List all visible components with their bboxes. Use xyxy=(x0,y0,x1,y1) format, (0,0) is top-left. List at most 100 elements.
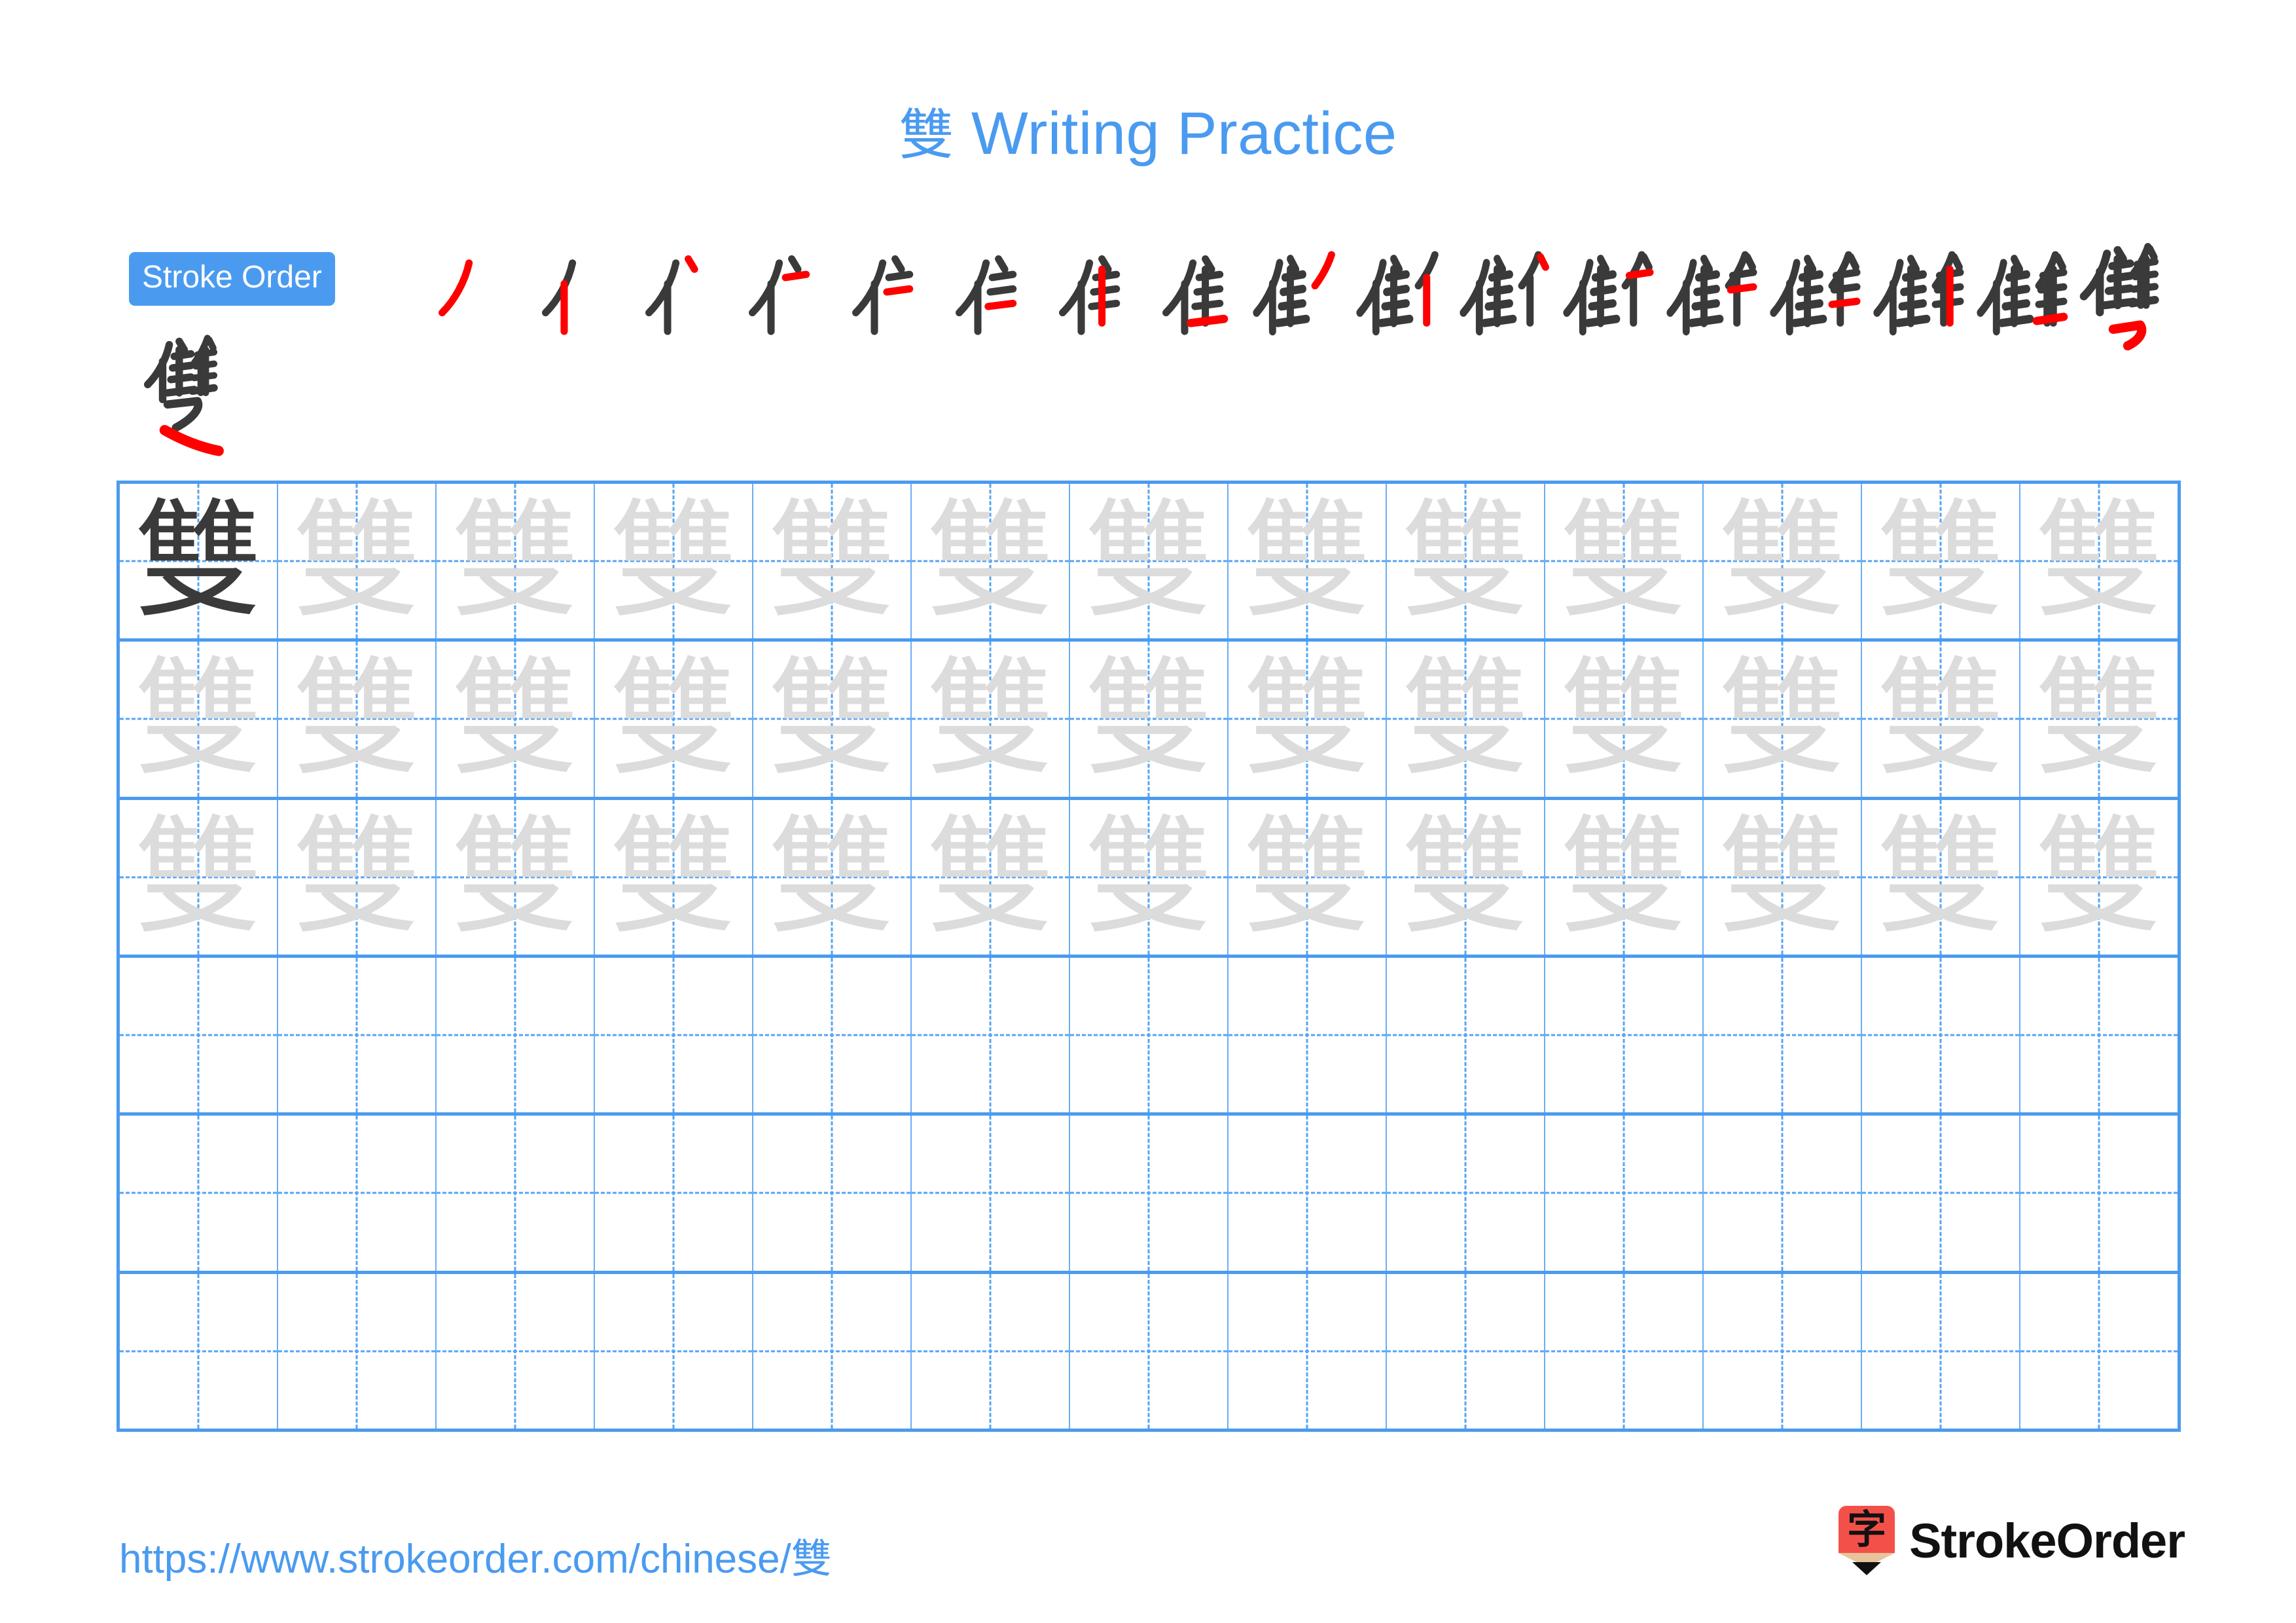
grid-cell[interactable]: 雙 xyxy=(1545,484,1704,639)
grid-cell[interactable]: 雙 xyxy=(1862,799,2020,955)
grid-cell[interactable]: 雙 xyxy=(2020,799,2178,955)
grid-cell[interactable]: 雙 xyxy=(1545,642,1704,797)
grid-cell[interactable]: 雙 xyxy=(1387,642,1545,797)
grid-row-6 xyxy=(120,1273,2178,1429)
guide-horizontal xyxy=(1387,1350,1544,1353)
cell-character: 雙 xyxy=(925,802,1054,952)
grid-cell[interactable] xyxy=(1387,957,1545,1113)
grid-cell[interactable] xyxy=(120,957,278,1113)
grid-cell[interactable] xyxy=(278,957,437,1113)
grid-row-5 xyxy=(120,1116,2178,1274)
grid-cell[interactable] xyxy=(1387,1273,1545,1429)
grid-cell[interactable]: 雙 xyxy=(278,799,437,955)
grid-cell[interactable] xyxy=(595,1116,753,1271)
grid-cell[interactable]: 雙 xyxy=(1387,799,1545,955)
guide-horizontal xyxy=(912,1350,1069,1353)
stroke-step-8 xyxy=(1133,240,1236,344)
grid-cell[interactable]: 雙 xyxy=(120,642,278,797)
grid-cell[interactable] xyxy=(1070,1273,1229,1429)
grid-cell[interactable] xyxy=(278,1116,437,1271)
grid-cell[interactable] xyxy=(2020,1273,2178,1429)
grid-cell[interactable] xyxy=(437,1116,595,1271)
grid-cell[interactable] xyxy=(1704,957,1862,1113)
grid-cell[interactable] xyxy=(1070,1116,1229,1271)
footer-url-link[interactable]: https://www.strokeorder.com/chinese/雙 xyxy=(119,1525,832,1584)
grid-cell[interactable]: 雙 xyxy=(2020,484,2178,639)
grid-cell[interactable]: 雙 xyxy=(912,642,1070,797)
grid-cell[interactable] xyxy=(437,957,595,1113)
stroke-step-7 xyxy=(1030,240,1133,344)
grid-cell[interactable] xyxy=(753,957,912,1113)
grid-cell[interactable] xyxy=(595,957,753,1113)
cell-character: 雙 xyxy=(292,644,421,794)
grid-cell[interactable]: 雙 xyxy=(278,484,437,639)
grid-cell[interactable] xyxy=(2020,1116,2178,1271)
grid-cell[interactable] xyxy=(1387,1116,1545,1271)
grid-cell[interactable]: 雙 xyxy=(753,799,912,955)
grid-cell[interactable] xyxy=(1229,1116,1387,1271)
cell-character: 雙 xyxy=(450,486,579,636)
grid-cell[interactable] xyxy=(2020,957,2178,1113)
grid-cell[interactable]: 雙 xyxy=(1070,799,1229,955)
grid-cell[interactable] xyxy=(1545,1116,1704,1271)
grid-cell[interactable]: 雙 xyxy=(595,799,753,955)
grid-cell[interactable]: 雙 xyxy=(595,484,753,639)
grid-cell[interactable]: 雙 xyxy=(1070,642,1229,797)
grid-cell[interactable] xyxy=(278,1273,437,1429)
grid-cell[interactable] xyxy=(1229,1273,1387,1429)
stroke-step-11 xyxy=(1443,240,1549,344)
stroke-step-18 xyxy=(119,331,243,456)
grid-cell[interactable] xyxy=(1862,1116,2020,1271)
cell-character: 雙 xyxy=(450,802,579,952)
grid-cell[interactable]: 雙 xyxy=(1545,799,1704,955)
grid-cell[interactable]: 雙 xyxy=(1704,484,1862,639)
stroke-order-row-1 xyxy=(409,240,2176,351)
grid-cell[interactable]: 雙 xyxy=(1070,484,1229,639)
grid-cell[interactable] xyxy=(912,1116,1070,1271)
grid-cell[interactable] xyxy=(120,1116,278,1271)
footer-url-text: https://www.strokeorder.com/chinese/ xyxy=(119,1537,791,1582)
grid-cell[interactable] xyxy=(753,1273,912,1429)
grid-cell[interactable]: 雙 xyxy=(437,484,595,639)
grid-cell[interactable] xyxy=(912,957,1070,1113)
grid-cell[interactable]: 雙 xyxy=(912,799,1070,955)
grid-cell[interactable] xyxy=(437,1273,595,1429)
grid-row-3: 雙 雙 雙 雙 雙 雙 雙 雙 雙 雙 雙 雙 雙 xyxy=(120,799,2178,958)
grid-cell[interactable]: 雙 xyxy=(120,484,278,639)
grid-cell[interactable]: 雙 xyxy=(278,642,437,797)
grid-cell[interactable]: 雙 xyxy=(437,642,595,797)
grid-cell[interactable]: 雙 xyxy=(595,642,753,797)
grid-cell[interactable] xyxy=(912,1273,1070,1429)
grid-cell[interactable]: 雙 xyxy=(1229,642,1387,797)
grid-cell[interactable]: 雙 xyxy=(753,642,912,797)
grid-cell[interactable] xyxy=(1545,957,1704,1113)
stroke-step-16 xyxy=(1960,240,2068,344)
grid-cell[interactable]: 雙 xyxy=(1862,484,2020,639)
guide-horizontal xyxy=(2020,1350,2178,1353)
grid-cell[interactable]: 雙 xyxy=(1704,642,1862,797)
grid-cell[interactable]: 雙 xyxy=(2020,642,2178,797)
grid-cell[interactable]: 雙 xyxy=(912,484,1070,639)
grid-row-2: 雙 雙 雙 雙 雙 雙 雙 雙 雙 雙 雙 雙 雙 xyxy=(120,642,2178,800)
grid-cell[interactable]: 雙 xyxy=(1229,799,1387,955)
grid-cell[interactable]: 雙 xyxy=(1862,642,2020,797)
brand-logo[interactable]: 字 StrokeOrder xyxy=(1839,1506,2185,1575)
grid-cell[interactable] xyxy=(1070,957,1229,1113)
grid-cell[interactable] xyxy=(1545,1273,1704,1429)
grid-cell[interactable]: 雙 xyxy=(753,484,912,639)
grid-cell[interactable]: 雙 xyxy=(1229,484,1387,639)
grid-cell[interactable]: 雙 xyxy=(120,799,278,955)
grid-cell[interactable] xyxy=(595,1273,753,1429)
grid-cell[interactable] xyxy=(1862,957,2020,1113)
grid-cell[interactable] xyxy=(1862,1273,2020,1429)
grid-cell[interactable]: 雙 xyxy=(1704,799,1862,955)
grid-cell[interactable] xyxy=(1704,1116,1862,1271)
grid-cell[interactable]: 雙 xyxy=(1387,484,1545,639)
grid-cell[interactable] xyxy=(120,1273,278,1429)
grid-cell[interactable]: 雙 xyxy=(437,799,595,955)
guide-horizontal xyxy=(278,1192,435,1194)
stroke-step-9 xyxy=(1236,240,1340,344)
grid-cell[interactable] xyxy=(1704,1273,1862,1429)
grid-cell[interactable] xyxy=(1229,957,1387,1113)
grid-cell[interactable] xyxy=(753,1116,912,1271)
